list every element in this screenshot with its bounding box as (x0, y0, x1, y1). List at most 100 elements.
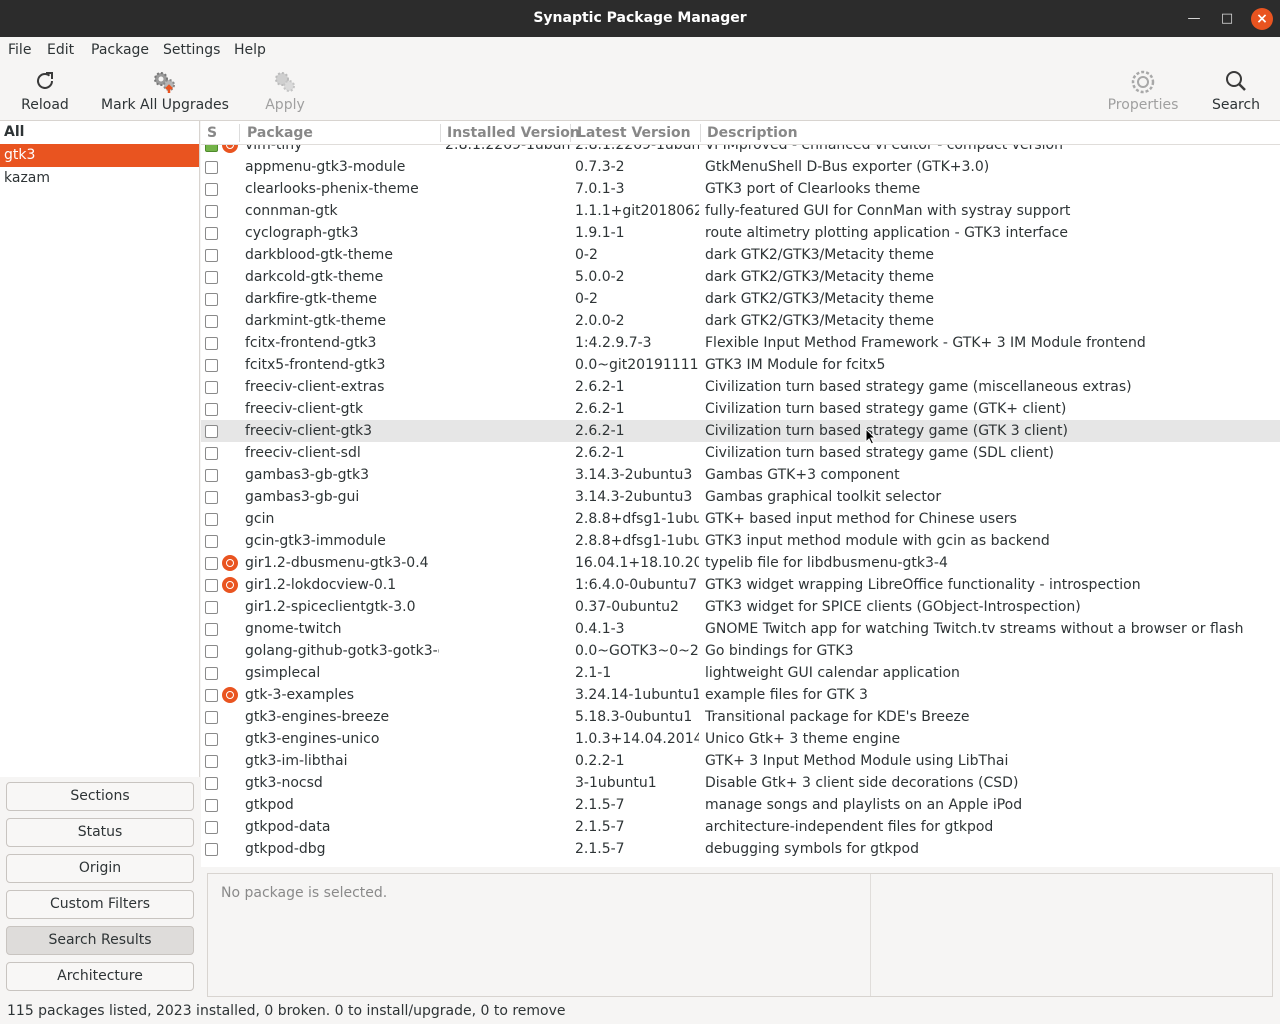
origin-button[interactable]: Origin (6, 854, 194, 883)
package-checkbox[interactable] (205, 711, 218, 724)
table-row[interactable]: gir1.2-lokdocview-0.1 1:6.4.0-0ubuntu7 GTK… (201, 574, 1280, 596)
table-row[interactable]: gcin 2.8.8+dfsg1-1ubun GTK+ based input me… (201, 508, 1280, 530)
table-row[interactable]: gtk3-im-libthai 0.2.2-1 GTK+ 3 Input Metho… (201, 750, 1280, 772)
package-name: fcitx5-frontend-gtk3 (245, 357, 386, 373)
package-checkbox[interactable] (205, 469, 218, 482)
table-row[interactable]: gir1.2-dbusmenu-gtk3-0.4 16.04.1+18.10.20… (201, 552, 1280, 574)
table-row[interactable]: appmenu-gtk3-module 0.7.3-2 GtkMenuShell D… (201, 156, 1280, 178)
maximize-icon[interactable]: □ (1216, 8, 1238, 30)
package-checkbox[interactable] (205, 447, 218, 460)
table-row[interactable]: gcin-gtk3-immodule 2.8.8+dfsg1-1ubun GTK3 … (201, 530, 1280, 552)
table-row[interactable]: gnome-twitch 0.4.1-3 GNOME Twitch app for … (201, 618, 1280, 640)
table-row[interactable]: cyclograph-gtk3 1.9.1-1 route altimetry pl… (201, 222, 1280, 244)
menu-settings[interactable]: Settings (163, 42, 220, 58)
table-row[interactable]: freeciv-client-gtk3 2.6.2-1 Civilization t… (201, 420, 1280, 442)
package-checkbox[interactable] (205, 161, 218, 174)
package-checkbox[interactable] (205, 689, 218, 702)
minimize-icon[interactable]: — (1183, 8, 1205, 30)
package-checkbox[interactable] (205, 403, 218, 416)
latest-version: 3.14.3-2ubuntu3 (575, 489, 693, 505)
mark-all-upgrades-button[interactable]: Mark All Upgrades (100, 63, 230, 121)
sidebar-item-all[interactable]: All (0, 121, 199, 144)
package-checkbox[interactable] (205, 535, 218, 548)
package-checkbox[interactable] (205, 821, 218, 834)
table-row[interactable]: gambas3-gb-gui 3.14.3-2ubuntu3 Gambas grap… (201, 486, 1280, 508)
sidebar-item-gtk3[interactable]: gtk3 (0, 144, 199, 167)
package-checkbox[interactable] (205, 557, 218, 570)
package-checkbox[interactable] (205, 623, 218, 636)
package-checkbox[interactable] (205, 491, 218, 504)
latest-version: 7.0.1-3 (575, 181, 625, 197)
menu-help[interactable]: Help (234, 42, 266, 58)
table-row[interactable]: gtkpod-dbg 2.1.5-7 debugging symbols for g… (201, 838, 1280, 860)
table-row[interactable]: gtk3-engines-unico 1.0.3+14.04.201401 Unic… (201, 728, 1280, 750)
package-checkbox[interactable] (205, 843, 218, 856)
table-row[interactable]: freeciv-client-sdl 2.6.2-1 Civilization tu… (201, 442, 1280, 464)
package-checkbox[interactable] (205, 733, 218, 746)
package-checkbox[interactable] (205, 601, 218, 614)
package-checkbox[interactable] (205, 425, 218, 438)
package-checkbox[interactable] (205, 513, 218, 526)
search-results-button[interactable]: Search Results (6, 926, 194, 955)
table-row[interactable]: clearlooks-phenix-theme 7.0.1-3 GTK3 port … (201, 178, 1280, 200)
column-package[interactable]: Package (247, 125, 313, 141)
close-icon[interactable]: × (1251, 8, 1273, 30)
table-row[interactable]: gambas3-gb-gtk3 3.14.3-2ubuntu3 Gambas GTK… (201, 464, 1280, 486)
package-checkbox[interactable] (205, 359, 218, 372)
package-name: darkmint-gtk-theme (245, 313, 387, 329)
package-checkbox[interactable] (205, 205, 218, 218)
table-row[interactable]: fcitx-frontend-gtk3 1:4.2.9.7-3 Flexible I… (201, 332, 1280, 354)
package-checkbox[interactable] (205, 249, 218, 262)
package-checkbox[interactable] (205, 271, 218, 284)
package-description: Civilization turn based strategy game (S… (705, 445, 1055, 461)
table-row[interactable]: darkfire-gtk-theme 0-2 dark GTK2/GTK3/Meta… (201, 288, 1280, 310)
package-name: darkfire-gtk-theme (245, 291, 378, 307)
package-checkbox[interactable] (205, 799, 218, 812)
package-checkbox[interactable] (205, 579, 218, 592)
menu-package[interactable]: Package (91, 42, 149, 58)
table-row[interactable]: darkblood-gtk-theme 0-2 dark GTK2/GTK3/Met… (201, 244, 1280, 266)
package-checkbox[interactable] (205, 337, 218, 350)
package-checkbox[interactable] (205, 315, 218, 328)
properties-button[interactable]: Properties (1103, 63, 1183, 121)
package-checkbox[interactable] (205, 755, 218, 768)
package-checkbox[interactable] (205, 227, 218, 240)
package-checkbox[interactable] (205, 667, 218, 680)
table-row[interactable]: freeciv-client-extras 2.6.2-1 Civilization… (201, 376, 1280, 398)
menu-file[interactable]: File (8, 42, 31, 58)
package-checkbox[interactable] (205, 645, 218, 658)
package-checkbox[interactable] (205, 293, 218, 306)
table-row[interactable]: connman-gtk 1.1.1+git20180626. fully-featu… (201, 200, 1280, 222)
column-description[interactable]: Description (707, 125, 798, 141)
sections-button[interactable]: Sections (6, 782, 194, 811)
apply-button[interactable]: Apply (255, 63, 315, 121)
table-row[interactable]: darkcold-gtk-theme 5.0.0-2 dark GTK2/GTK3/… (201, 266, 1280, 288)
package-checkbox[interactable] (205, 381, 218, 394)
table-row[interactable]: fcitx5-frontend-gtk3 0.0~git20191111.6 GTK… (201, 354, 1280, 376)
package-description: Unico Gtk+ 3 theme engine (705, 731, 901, 747)
sidebar-item-kazam[interactable]: kazam (0, 167, 199, 190)
reload-button[interactable]: Reload (10, 63, 80, 121)
custom-filters-button[interactable]: Custom Filters (6, 890, 194, 919)
table-row[interactable]: golang-github-gotk3-gotk3-de 0.0~GOTK3~0~… (201, 640, 1280, 662)
table-row[interactable]: darkmint-gtk-theme 2.0.0-2 dark GTK2/GTK3/… (201, 310, 1280, 332)
table-row[interactable]: gtk3-nocsd 3-1ubuntu1 Disable Gtk+ 3 clien… (201, 772, 1280, 794)
status-button[interactable]: Status (6, 818, 194, 847)
reload-icon (10, 69, 80, 93)
column-installed-version[interactable]: Installed Version (447, 125, 580, 141)
package-name: gcin-gtk3-immodule (245, 533, 386, 549)
column-latest-version[interactable]: Latest Version (577, 125, 691, 141)
architecture-button[interactable]: Architecture (6, 962, 194, 991)
menu-edit[interactable]: Edit (47, 42, 74, 58)
table-row[interactable]: gsimplecal 2.1-1 lightweight GUI calendar … (201, 662, 1280, 684)
package-checkbox[interactable] (205, 777, 218, 790)
search-button[interactable]: Search (1206, 63, 1266, 121)
package-checkbox[interactable] (205, 183, 218, 196)
column-s[interactable]: S (207, 125, 217, 141)
table-row[interactable]: gtk-3-examples 3.24.14-1ubuntu1 example fi… (201, 684, 1280, 706)
table-row[interactable]: gtkpod 2.1.5-7 manage songs and playlists … (201, 794, 1280, 816)
table-row[interactable]: gtkpod-data 2.1.5-7 architecture-independe… (201, 816, 1280, 838)
table-row[interactable]: freeciv-client-gtk 2.6.2-1 Civilization tu… (201, 398, 1280, 420)
table-row[interactable]: gir1.2-spiceclientgtk-3.0 0.37-0ubuntu2 GT… (201, 596, 1280, 618)
table-row[interactable]: gtk3-engines-breeze 5.18.3-0ubuntu1 Transi… (201, 706, 1280, 728)
